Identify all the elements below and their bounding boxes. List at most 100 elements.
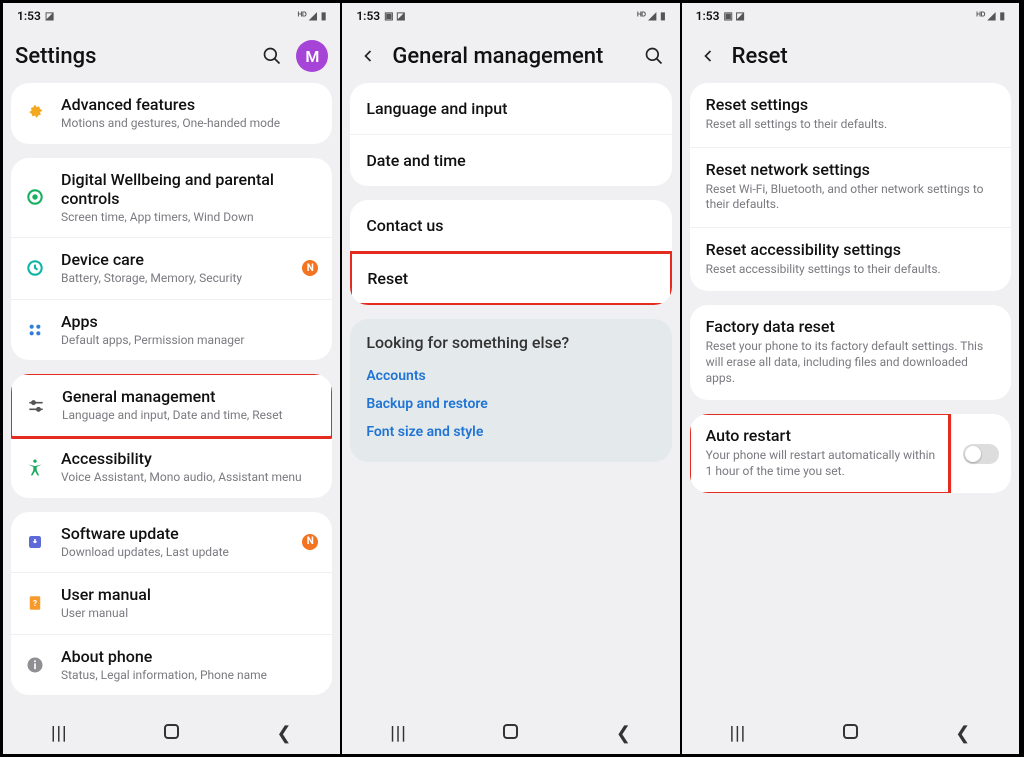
looking-link[interactable]: Font size and style [366,418,655,446]
settings-row[interactable]: Advanced features Motions and gestures, O… [11,83,332,144]
nav-back[interactable]: ❮ [943,723,983,744]
manual-icon: ? [21,589,49,617]
notif-icon: ▣ ◪ [384,11,405,22]
looking-link[interactable]: Backup and restore [366,390,655,418]
settings-row[interactable]: General managementLanguage and input, Da… [11,374,332,439]
list-group-1: Language and inputDate and time [350,83,671,186]
row-subtitle: Reset Wi-Fi, Bluetooth, and other networ… [706,182,995,213]
reset-item[interactable]: Reset accessibility settings Reset access… [690,228,1011,292]
list-item[interactable]: Reset [350,251,671,305]
nav-home[interactable] [830,723,870,744]
row-subtitle: Reset accessibility settings to their de… [706,262,995,278]
wellbeing-icon [21,183,49,211]
screen-general-management: 1:53 ▣ ◪ ᴴᴰ ◢ ▮ General management Langu… [342,3,681,754]
row-title: Reset accessibility settings [706,240,995,259]
device-care-icon [21,254,49,282]
list-item[interactable]: Date and time [350,135,671,186]
reset-item[interactable]: Factory data resetReset your phone to it… [690,305,1011,400]
reset-group-2: Factory data resetReset your phone to it… [690,305,1011,400]
notif-icon: ▣ ◪ [724,11,745,22]
header: Settings M [3,29,340,83]
settings-row[interactable]: Digital Wellbeing and parental controls S… [11,158,332,239]
nav-recents[interactable]: ||| [718,723,758,744]
settings-row[interactable]: AppsDefault apps, Permission manager [11,300,332,361]
apps-icon [21,316,49,344]
back-icon[interactable] [694,42,722,70]
battery-icon: ▮ [660,11,666,22]
screen-settings: 1:53 ◪ ᴴᴰ ◢ ▮ Settings M Advanced featur… [3,3,342,754]
row-title: About phone [61,647,318,666]
info-icon [21,651,49,679]
settings-group: Digital Wellbeing and parental controls S… [11,158,332,361]
update-icon [21,528,49,556]
settings-group: Advanced features Motions and gestures, O… [11,83,332,144]
avatar[interactable]: M [296,40,328,72]
page-title: Reset [732,44,1007,69]
signal-icon: ᴴᴰ ◢ [976,11,995,22]
row-subtitle: User manual [61,606,318,622]
reset-item[interactable]: Reset network settingsReset Wi-Fi, Bluet… [690,148,1011,228]
row-subtitle: Screen time, App timers, Wind Down [61,210,318,226]
row-title: Device care [61,250,290,269]
list-item[interactable]: Contact us [350,200,671,252]
back-icon[interactable] [354,42,382,70]
reset-group-1: Reset settings Reset all settings to thei… [690,83,1011,291]
accessibility-icon [21,453,49,481]
page-title: General management [392,44,629,69]
toggle-switch[interactable] [963,444,999,464]
nav-recents[interactable]: ||| [379,723,419,744]
page-title: Settings [15,44,248,69]
auto-restart-switch-cell[interactable] [951,414,1011,493]
notif-icon: ◪ [45,11,54,22]
clock: 1:53 [696,9,720,23]
screen-reset: 1:53 ▣ ◪ ᴴᴰ ◢ ▮ Reset Reset settingsRese… [682,3,1021,754]
row-subtitle: Reset all settings to their defaults. [706,117,995,133]
row-subtitle: Reset your phone to its factory default … [706,339,995,386]
clock: 1:53 [356,9,380,23]
auto-restart-sub: Your phone will restart automatically wi… [706,448,939,479]
status-bar: 1:53 ◪ ᴴᴰ ◢ ▮ [3,3,340,29]
settings-row[interactable]: Device care Battery, Storage, Memory, Sec… [11,238,332,300]
row-subtitle: Default apps, Permission manager [61,333,318,349]
reset-item[interactable]: Reset settings Reset all settings to thei… [690,83,1011,148]
row-subtitle: Voice Assistant, Mono audio, Assistant m… [61,470,318,486]
row-subtitle: Status, Legal information, Phone name [61,668,318,684]
nav-back[interactable]: ❮ [603,723,643,744]
battery-icon: ▮ [999,11,1005,22]
new-badge: N [302,534,318,550]
row-title: Digital Wellbeing and parental controls [61,170,318,208]
battery-icon: ▮ [321,11,327,22]
looking-title: Looking for something else? [366,333,655,352]
list-item[interactable]: Language and input [350,83,671,135]
reset-content: Reset settings Reset all settings to thei… [682,83,1019,712]
new-badge: N [302,260,318,276]
row-title: Reset settings [706,95,995,114]
settings-group: General managementLanguage and input, Da… [11,374,332,497]
header: General management [342,29,679,83]
row-title: Software update [61,524,290,543]
row-title: Accessibility [61,449,318,468]
nav-back[interactable]: ❮ [264,723,304,744]
status-bar: 1:53 ▣ ◪ ᴴᴰ ◢ ▮ [342,3,679,29]
svg-text:?: ? [33,599,37,609]
status-bar: 1:53 ▣ ◪ ᴴᴰ ◢ ▮ [682,3,1019,29]
looking-card: Looking for something else? AccountsBack… [350,319,671,462]
search-icon[interactable] [258,42,286,70]
looking-link[interactable]: Accounts [366,362,655,390]
nav-home[interactable] [152,723,192,744]
settings-row[interactable]: About phone Status, Legal information, Ph… [11,635,332,696]
row-subtitle: Battery, Storage, Memory, Security [61,271,290,287]
header: Reset [682,29,1019,83]
nav-home[interactable] [491,723,531,744]
row-subtitle: Motions and gestures, One-handed mode [61,116,318,132]
row-title: Advanced features [61,95,318,114]
settings-row[interactable]: Accessibility Voice Assistant, Mono audio… [11,437,332,498]
auto-restart-row[interactable]: Auto restart Your phone will restart aut… [690,414,1011,493]
settings-list: Advanced features Motions and gestures, O… [3,83,340,712]
settings-row[interactable]: ? User manual User manual [11,573,332,635]
row-title: User manual [61,585,318,604]
search-icon[interactable] [640,42,668,70]
settings-row[interactable]: Software updateDownload updates, Last up… [11,512,332,574]
nav-recents[interactable]: ||| [39,723,79,744]
settings-group: Software updateDownload updates, Last up… [11,512,332,696]
